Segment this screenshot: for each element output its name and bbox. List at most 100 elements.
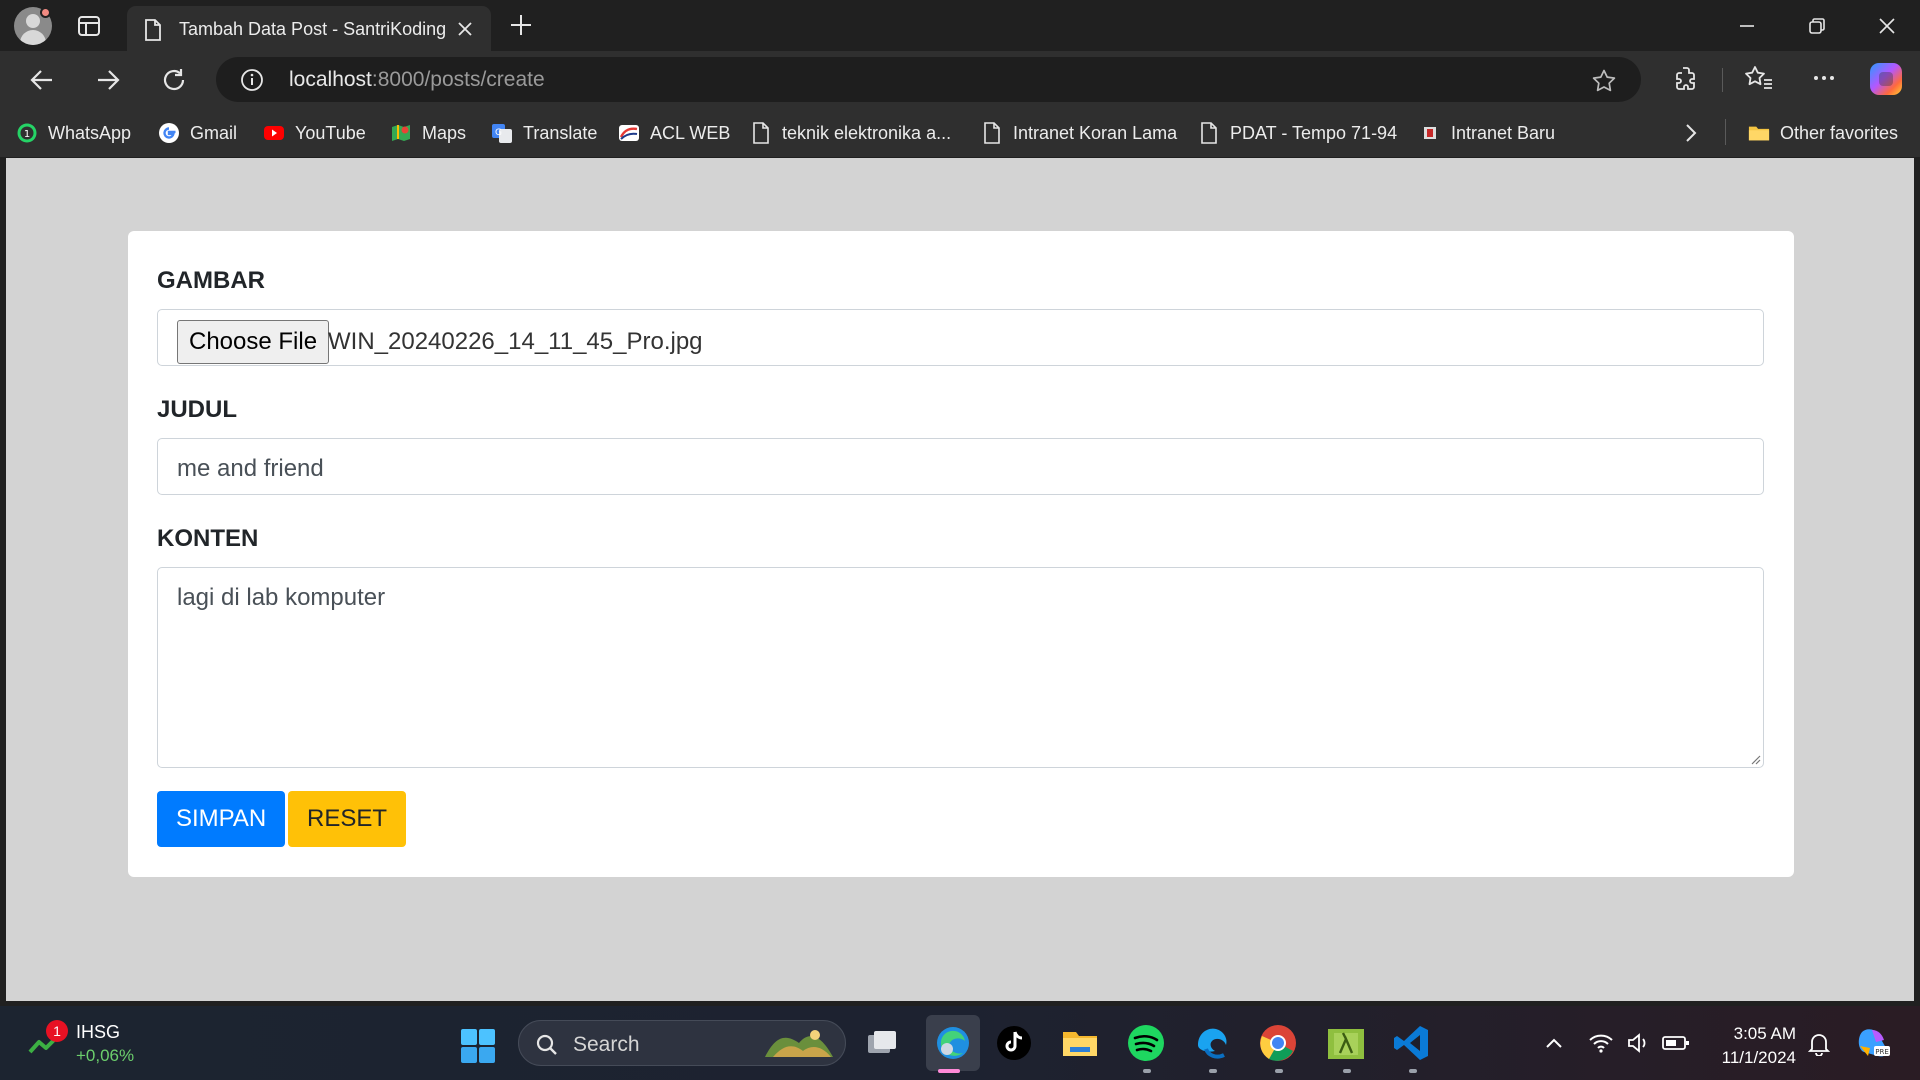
volume-icon[interactable] bbox=[1626, 1032, 1652, 1054]
browser-toolbar: localhost:8000/posts/create bbox=[0, 51, 1920, 107]
wifi-icon[interactable] bbox=[1588, 1032, 1614, 1054]
restore-icon[interactable] bbox=[1782, 0, 1852, 51]
favorite-label: WhatsApp bbox=[48, 122, 132, 143]
copilot-icon[interactable] bbox=[1870, 63, 1902, 95]
other-favorites[interactable]: Other favorites bbox=[1748, 121, 1898, 145]
browser-tab-active[interactable]: Tambah Data Post - SantriKoding bbox=[127, 6, 491, 51]
content-textarea[interactable]: lagi di lab komputer bbox=[157, 567, 1764, 768]
google-icon bbox=[158, 122, 180, 144]
favorite-star-icon[interactable] bbox=[1591, 68, 1617, 94]
image-label: GAMBAR bbox=[157, 267, 265, 294]
chrome-icon[interactable] bbox=[1258, 1023, 1298, 1063]
extensions-icon[interactable] bbox=[1672, 64, 1700, 92]
selected-file-name: WIN_20240226_14_11_45_Pro.jpg bbox=[328, 328, 703, 355]
battery-icon[interactable] bbox=[1662, 1034, 1690, 1052]
favorite-label: PDAT - Tempo 71-94 bbox=[1230, 122, 1398, 143]
windows-start-icon[interactable] bbox=[460, 1028, 496, 1064]
lambda-app-icon[interactable] bbox=[1326, 1023, 1366, 1063]
tiktok-icon[interactable] bbox=[994, 1023, 1034, 1063]
edge-dev-icon[interactable] bbox=[1192, 1023, 1232, 1063]
favorite-label: Gmail bbox=[190, 122, 238, 143]
site-info-icon[interactable] bbox=[240, 68, 264, 92]
favorites-icon[interactable] bbox=[1744, 64, 1774, 92]
new-tab-icon[interactable] bbox=[508, 12, 534, 38]
url-host: localhost bbox=[289, 68, 372, 91]
copilot-preview-icon[interactable]: PRE bbox=[1856, 1026, 1892, 1060]
minimize-icon[interactable] bbox=[1712, 0, 1782, 51]
resize-grip-icon[interactable] bbox=[1749, 753, 1761, 765]
intranet-icon bbox=[1419, 122, 1441, 144]
choose-file-button[interactable]: Choose File bbox=[177, 320, 330, 364]
favorite-label: teknik elektronika a... bbox=[782, 122, 952, 143]
favorite-maps[interactable]: Maps bbox=[390, 121, 466, 145]
favorite-label: Intranet Koran Lama bbox=[1013, 122, 1178, 143]
favorite-translate[interactable]: G Translate bbox=[491, 121, 597, 145]
reset-button[interactable]: RESET bbox=[288, 791, 407, 847]
edge-icon[interactable] bbox=[933, 1023, 973, 1063]
favorites-overflow-chevron-icon[interactable] bbox=[1680, 121, 1702, 145]
tab-actions-icon[interactable] bbox=[76, 13, 102, 39]
favorite-pdat-tempo[interactable]: PDAT - Tempo 71-94 bbox=[1198, 121, 1397, 145]
stock-change: +0,06% bbox=[76, 1046, 135, 1065]
page-icon bbox=[981, 122, 1003, 144]
favorite-acl-web[interactable]: ACL WEB bbox=[618, 121, 730, 145]
svg-text:1: 1 bbox=[24, 129, 30, 140]
spotify-icon[interactable] bbox=[1126, 1023, 1166, 1063]
running-indicator bbox=[1343, 1069, 1351, 1073]
whatsapp-icon: 1 bbox=[16, 122, 38, 144]
favorite-whatsapp[interactable]: 1 WhatsApp bbox=[16, 121, 131, 145]
clock-time: 3:05 AM bbox=[1733, 1024, 1796, 1043]
favorite-label: Translate bbox=[523, 122, 598, 143]
favorite-label: Intranet Baru bbox=[1451, 122, 1556, 143]
stock-name[interactable]: IHSG bbox=[76, 1022, 120, 1043]
refresh-icon[interactable] bbox=[158, 64, 190, 96]
save-button[interactable]: SIMPAN bbox=[157, 791, 286, 847]
content-textarea-value: lagi di lab komputer bbox=[177, 584, 386, 611]
taskbar-search[interactable]: Search bbox=[518, 1020, 846, 1066]
address-bar[interactable]: localhost:8000/posts/create bbox=[216, 57, 1641, 102]
running-indicator bbox=[1409, 1069, 1417, 1073]
favorite-label: YouTube bbox=[295, 122, 366, 143]
content-label: KONTEN bbox=[157, 525, 259, 552]
active-indicator bbox=[938, 1069, 960, 1073]
close-window-icon[interactable] bbox=[1852, 0, 1920, 51]
more-options-icon[interactable] bbox=[1810, 64, 1838, 92]
running-indicator bbox=[1275, 1069, 1283, 1073]
favorite-intranet-baru[interactable]: Intranet Baru bbox=[1419, 121, 1555, 145]
title-label: JUDUL bbox=[157, 396, 238, 423]
favorite-teknik-elektronika[interactable]: teknik elektronika a... bbox=[750, 121, 951, 145]
title-input[interactable]: me and friend bbox=[157, 438, 1764, 495]
clock-date: 11/1/2024 bbox=[1721, 1048, 1796, 1067]
tab-close-icon[interactable] bbox=[455, 19, 475, 39]
notification-bell-icon[interactable] bbox=[1808, 1032, 1830, 1056]
running-indicator bbox=[1209, 1069, 1217, 1073]
system-clock[interactable]: 3:05 AM 11/1/2024 bbox=[1700, 1022, 1796, 1070]
acl-icon bbox=[618, 122, 640, 144]
favorites-divider bbox=[1725, 119, 1726, 145]
search-label: Search bbox=[573, 1033, 640, 1056]
windows-taskbar: 1 IHSG +0,06% Search 3:05 AM 11/1/2024 P… bbox=[0, 1006, 1920, 1080]
task-view-icon[interactable] bbox=[862, 1023, 902, 1063]
tab-title: Tambah Data Post - SantriKoding bbox=[179, 19, 447, 39]
favorite-intranet-koran-lama[interactable]: Intranet Koran Lama bbox=[981, 121, 1177, 145]
page-icon bbox=[1198, 122, 1220, 144]
title-input-value: me and friend bbox=[177, 455, 324, 482]
file-explorer-icon[interactable] bbox=[1060, 1023, 1100, 1063]
favorite-youtube[interactable]: YouTube bbox=[263, 121, 366, 145]
favorite-gmail[interactable]: Gmail bbox=[158, 121, 237, 145]
svg-text:G: G bbox=[495, 128, 502, 138]
forward-icon[interactable] bbox=[92, 64, 124, 96]
search-highlight-icon bbox=[763, 1027, 837, 1061]
page-icon bbox=[750, 122, 772, 144]
youtube-icon bbox=[263, 122, 285, 144]
browser-titlebar: Tambah Data Post - SantriKoding bbox=[0, 0, 1920, 51]
url-text[interactable]: localhost:8000/posts/create bbox=[289, 68, 545, 92]
vscode-icon[interactable] bbox=[1392, 1023, 1432, 1063]
image-file-input[interactable]: Choose File WIN_20240226_14_11_45_Pro.jp… bbox=[157, 309, 1764, 366]
running-indicator bbox=[1143, 1069, 1151, 1073]
profile-notification-dot bbox=[40, 7, 51, 18]
folder-icon bbox=[1748, 122, 1770, 144]
back-icon[interactable] bbox=[26, 64, 58, 96]
show-hidden-icons-chevron-icon[interactable] bbox=[1544, 1034, 1564, 1052]
favorite-label: ACL WEB bbox=[650, 122, 731, 143]
